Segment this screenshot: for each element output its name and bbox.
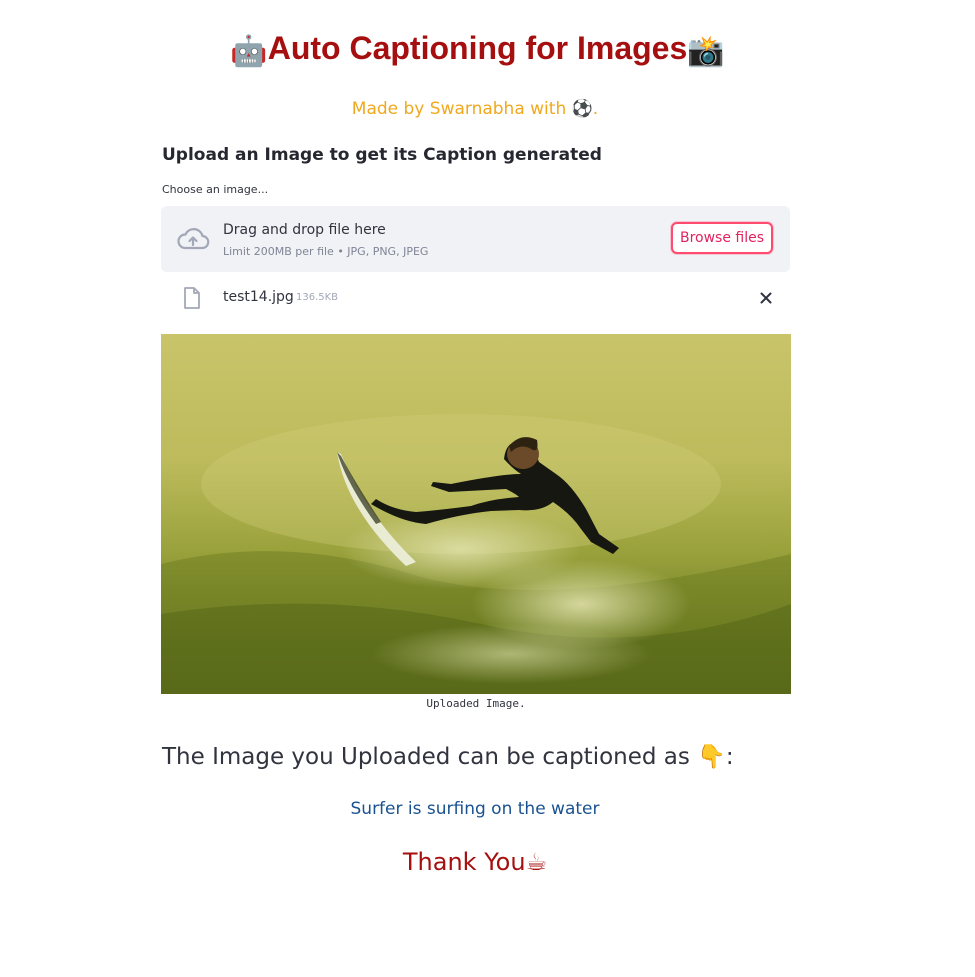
uploader-label: Choose an image... (162, 183, 269, 196)
dropzone-instructions: Drag and drop file here (223, 222, 386, 238)
uploaded-image (161, 334, 791, 694)
file-size: 136.5KB (296, 292, 339, 303)
close-icon[interactable] (757, 289, 775, 307)
file-name: test14.jpg (223, 289, 294, 305)
page-title-text: Auto Captioning for Images (267, 30, 688, 66)
dropzone-limit: Limit 200MB per file • JPG, PNG, JPEG (223, 245, 429, 258)
result-heading: The Image you Uploaded can be captioned … (162, 744, 734, 770)
generated-caption: Surfer is surfing on the water (350, 799, 600, 819)
page-title: 🤖Auto Captioning for Images📸 (0, 30, 955, 69)
file-icon (184, 287, 200, 309)
file-dropzone[interactable]: Drag and drop file here Limit 200MB per … (161, 206, 790, 272)
upload-heading: Upload an Image to get its Caption gener… (162, 145, 602, 165)
thank-you-text: Thank You☕ (402, 848, 548, 876)
cloud-upload-icon (177, 228, 210, 250)
author-subtitle: Made by Swarnabha with ⚽. (351, 99, 599, 119)
uploaded-file-item: test14.jpg 136.5KB (161, 280, 790, 316)
image-caption: Uploaded Image. (426, 697, 526, 710)
robot-icon: 🤖 (230, 35, 268, 68)
camera-icon: 📸 (687, 35, 725, 68)
browse-files-button[interactable]: Browse files (671, 222, 773, 254)
